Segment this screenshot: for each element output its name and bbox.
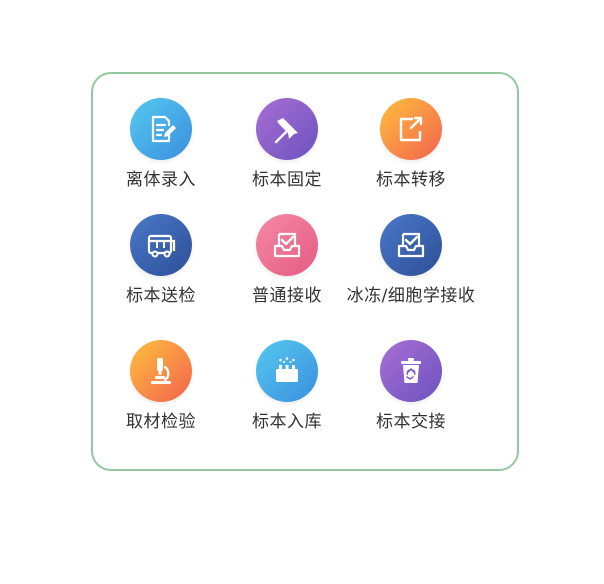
menu-panel: 离体录入 标本固定 标本转移 标本送检 普通接收 冰冻/细胞学接收 取材检验 标… — [91, 72, 519, 471]
menu-item-specimen-transfer[interactable]: 标本转移 — [331, 98, 491, 198]
pushpin-icon — [256, 98, 318, 160]
specimen-rack-icon — [256, 340, 318, 402]
recycle-bin-icon — [380, 340, 442, 402]
inbox-check-icon — [256, 214, 318, 276]
document-edit-icon — [130, 98, 192, 160]
bus-icon — [130, 214, 192, 276]
menu-item-label: 冰冻/细胞学接收 — [346, 286, 476, 306]
menu-item-specimen-handover[interactable]: 标本交接 — [331, 340, 491, 440]
menu-item-label: 标本转移 — [376, 170, 446, 190]
microscope-icon — [130, 340, 192, 402]
inbox-check-icon — [380, 214, 442, 276]
menu-item-frozen-cytology-receive[interactable]: 冰冻/细胞学接收 — [331, 214, 491, 314]
menu-item-label: 标本交接 — [376, 412, 446, 432]
transfer-export-icon — [380, 98, 442, 160]
